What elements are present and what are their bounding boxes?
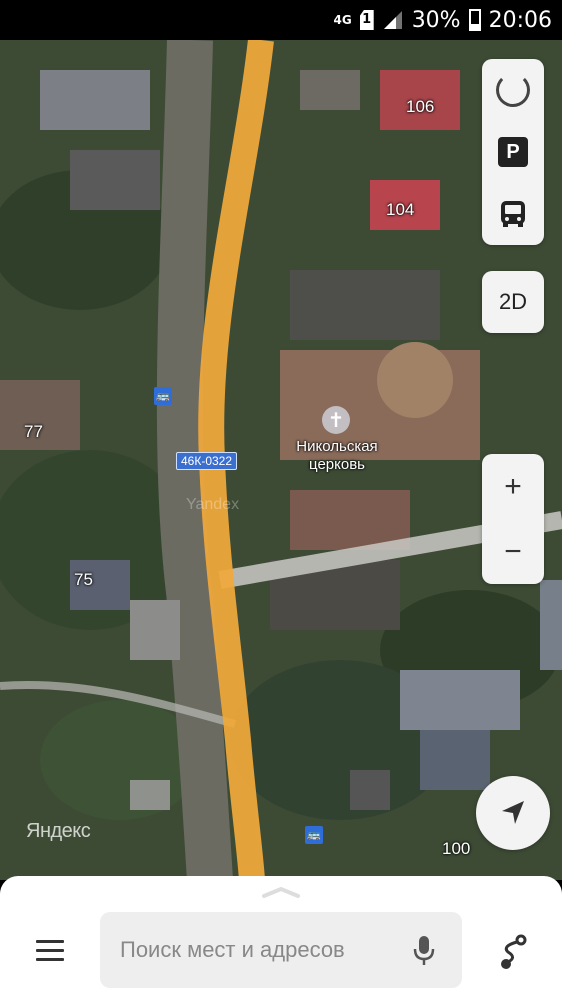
house-number-104: 104	[386, 200, 415, 219]
microphone-icon[interactable]	[412, 934, 436, 968]
poi-church-label[interactable]: Никольская церковь	[284, 438, 390, 474]
search-placeholder: Поиск мест и адресов	[120, 937, 345, 962]
satellite-map[interactable]: 106 104 77 75 100 ✝ Никольская церковь 4…	[0, 40, 562, 880]
zoom-in-button[interactable]: +	[482, 454, 544, 519]
sheet-handle-icon[interactable]	[262, 886, 300, 898]
traffic-toggle-button[interactable]	[482, 59, 544, 121]
battery-icon	[468, 9, 481, 31]
search-input[interactable]: Поиск мест и адресов	[100, 912, 462, 988]
menu-button[interactable]	[26, 930, 74, 970]
routes-icon[interactable]	[494, 932, 532, 972]
parking-toggle-button[interactable]: P	[482, 121, 544, 183]
battery-percent: 30%	[411, 7, 461, 33]
view-mode-panel: 2D	[482, 271, 544, 333]
map-imagery	[0, 40, 562, 880]
house-number-75: 75	[74, 570, 93, 589]
my-location-button[interactable]	[476, 776, 550, 850]
bus-stop-icon[interactable]: 🚌	[154, 387, 172, 405]
map-faint-watermark: Yandex	[186, 496, 240, 513]
parking-icon: P	[498, 137, 528, 167]
house-number-77: 77	[24, 422, 43, 441]
zoom-panel: + −	[482, 454, 544, 584]
church-icon[interactable]: ✝	[322, 406, 350, 434]
traffic-icon	[496, 73, 530, 107]
sim-icon: 1	[359, 10, 374, 30]
hamburger-icon	[36, 939, 64, 943]
clock: 20:06	[488, 7, 552, 33]
house-number-100: 100	[442, 839, 471, 858]
signal-icon	[383, 11, 402, 29]
2d-3d-toggle-button[interactable]: 2D	[482, 271, 544, 333]
house-number-106: 106	[406, 97, 435, 116]
bottom-sheet[interactable]: Поиск мест и адресов	[0, 876, 562, 1000]
bus-stop-icon[interactable]: 🚌	[305, 826, 323, 844]
zoom-out-button[interactable]: −	[482, 519, 544, 584]
navigation-arrow-icon	[502, 801, 524, 824]
bus-icon	[501, 201, 525, 227]
poi-church-line1: Никольская	[296, 438, 378, 455]
poi-church-line2: церковь	[309, 456, 365, 473]
status-bar: 4G 1 30% 20:06	[0, 0, 562, 40]
road-number-badge: 46К-0322	[176, 452, 238, 470]
yandex-logo: Яндекс	[26, 820, 91, 842]
transport-toggle-button[interactable]	[482, 183, 544, 245]
network-type: 4G	[333, 13, 352, 27]
map-layers-panel: P	[482, 59, 544, 245]
